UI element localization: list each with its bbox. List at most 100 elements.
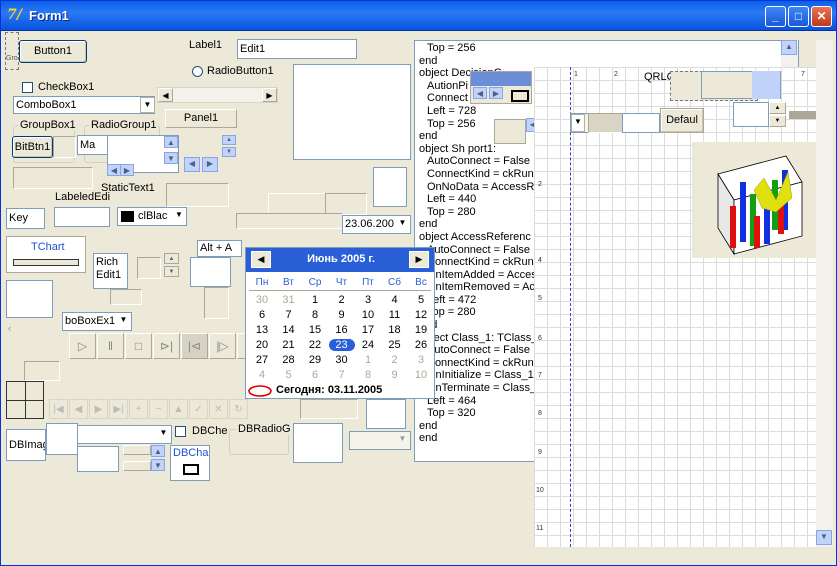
comboboxex1-dropdown-icon[interactable]: ▼ [116,313,131,330]
list-right-icon[interactable]: ▶ [120,164,134,176]
calendar-day[interactable]: 4 [249,369,275,381]
calendar-day[interactable]: 22 [302,339,328,351]
nav-first-icon[interactable]: |◀ [49,399,68,419]
nav-next-icon[interactable]: ▶ [89,399,108,419]
nav-prior-icon[interactable]: ◀ [69,399,88,419]
dbspin1[interactable] [123,445,151,455]
dbmemo[interactable] [46,423,78,455]
calendar-day[interactable]: 1 [302,294,328,306]
richedit1[interactable]: Rich Edit1 [93,253,128,289]
colorbox-dropdown-icon[interactable]: ▼ [172,208,186,225]
decision-edit[interactable] [622,113,660,133]
scroll-left-icon[interactable]: ◀ [158,88,173,102]
checkbox1-box[interactable] [22,82,33,93]
calendar-day[interactable]: 30 [249,294,275,306]
calendar-day[interactable]: 30 [329,354,355,366]
calendar-day[interactable]: 9 [329,309,355,321]
calendar-day[interactable]: 18 [382,324,408,336]
dbedit[interactable] [77,446,119,472]
calendar-day[interactable]: 8 [355,369,381,381]
nav-last-icon[interactable]: ▶| [109,399,128,419]
maximize-button[interactable]: □ [788,6,809,27]
calendar-day[interactable]: 26 [408,339,434,351]
stop-icon[interactable]: □ [125,333,152,359]
close-button[interactable]: ✕ [811,6,832,27]
scroll-right-icon[interactable]: ▶ [262,88,277,102]
calendar-day[interactable]: 5 [276,369,302,381]
calendar-day[interactable]: 6 [249,309,275,321]
calendar-day[interactable]: 19 [408,324,434,336]
decision-combo-dropdown-icon[interactable]: ▼ [571,114,585,132]
calendar-day[interactable]: 21 [276,339,302,351]
calendar-day[interactable]: 28 [276,354,302,366]
calendar-day[interactable]: 10 [408,369,434,381]
bitbtn1[interactable]: BitBtn1 [12,136,53,158]
button1[interactable]: Button1 [19,40,87,63]
listbox1[interactable] [293,64,411,160]
calendar-day[interactable]: 17 [355,324,381,336]
calendar-today[interactable]: Сегодня: 03.11.2005 [276,384,382,396]
minimize-button[interactable]: _ [765,6,786,27]
scrollbar1[interactable]: ◀ ▶ [157,87,278,103]
list-down-icon[interactable]: ▼ [164,152,178,164]
spin-up-icon[interactable]: ▲ [164,253,179,264]
combobox1[interactable]: ComboBox1 [13,96,155,114]
calendar-day[interactable]: 7 [329,369,355,381]
nav-refresh-icon[interactable]: ↻ [229,399,248,419]
pause-icon[interactable]: ‖ [97,333,124,359]
calendar-day[interactable]: 2 [329,294,355,306]
title-bar[interactable]: 7/ Form1 _ □ ✕ [1,1,836,31]
decision-default-button[interactable]: Defaul [660,108,704,133]
edit1[interactable]: Edit1 [237,39,357,59]
calendar-day[interactable]: 14 [276,324,302,336]
radiobutton1-circle[interactable] [192,66,203,77]
calendar-day[interactable]: 2 [382,354,408,366]
nav-insert-icon[interactable]: + [129,399,148,419]
nav-edit-icon[interactable]: ▲ [169,399,188,419]
maskedit[interactable]: Ma [77,135,111,155]
updown-right-icon[interactable]: ▶ [202,157,218,172]
updown-left-icon[interactable]: ◀ [184,157,200,172]
calendar-day[interactable]: 8 [302,309,328,321]
calendar-day[interactable]: 6 [302,369,328,381]
play-icon[interactable]: ▷ [69,333,96,359]
updown2-up-icon[interactable]: ▲ [222,135,236,145]
prev-icon[interactable]: |⊲ [181,333,208,359]
dbrichedit[interactable] [293,423,343,463]
next-icon[interactable]: ⊳| [153,333,180,359]
groupbox-placeholder[interactable]: Gro [5,32,19,70]
list-left-icon[interactable]: ◀ [107,164,121,176]
calendar-day[interactable]: 24 [355,339,381,351]
calendar-day[interactable]: 5 [408,294,434,306]
calendar-day[interactable]: 3 [355,294,381,306]
list-up-icon[interactable]: ▲ [164,136,178,148]
calendar-day[interactable]: 29 [302,354,328,366]
pivot-right-icon[interactable]: ▶ [489,87,503,99]
nav-delete-icon[interactable]: − [149,399,168,419]
dbspin2[interactable] [123,461,151,471]
drawgrid[interactable] [190,257,231,287]
calendar-day[interactable]: 3 [408,354,434,366]
qr-scroll-thumb[interactable] [752,71,780,99]
calendar-day[interactable]: 16 [329,324,355,336]
calendar-day[interactable]: 20 [249,339,275,351]
right-spin-edit[interactable] [733,102,769,127]
labelededit-input[interactable] [54,207,110,227]
pivot-left-icon[interactable]: ◀ [473,87,487,99]
calendar-day[interactable]: 15 [302,324,328,336]
dbcheckbox-box[interactable] [175,426,186,437]
right-spin-up-icon[interactable]: ▲ [769,102,786,114]
combobox1-dropdown-icon[interactable]: ▼ [140,97,155,113]
calendar-day[interactable]: 9 [382,369,408,381]
calendar-day[interactable]: 11 [382,309,408,321]
nav-cancel-icon[interactable]: ✕ [209,399,228,419]
dbspin-up-icon[interactable]: ▲ [151,445,165,457]
calendar-day[interactable]: 27 [249,354,275,366]
monthcalendar[interactable]: ◀ Июнь 2005 г. ▶ Пн Вт Ср Чт Пт Сб Вс 30 31 1 2 3 4 5… [245,247,435,399]
calendar-day[interactable]: 4 [382,294,408,306]
step-icon[interactable]: |▷ [209,333,236,359]
calendar-day[interactable]: 7 [276,309,302,321]
memo-scroll-up-icon[interactable]: ▲ [781,40,797,55]
scroll-small-left-icon[interactable]: ‹ [8,323,11,333]
datetimepicker-dropdown-icon[interactable]: ▼ [395,216,410,233]
